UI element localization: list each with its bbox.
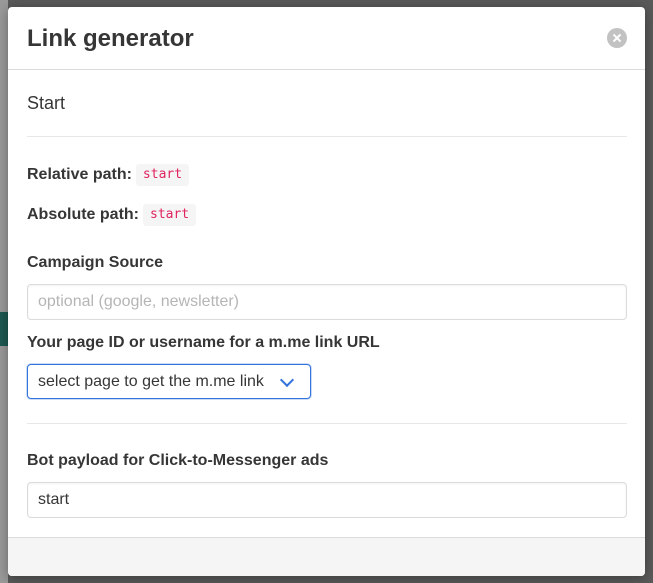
relative-path-value: start	[135, 164, 190, 186]
close-icon[interactable]	[607, 28, 627, 48]
divider	[27, 423, 627, 424]
background-accent	[0, 312, 8, 346]
absolute-path-row: Absolute path: start	[27, 203, 197, 227]
modal-header: Link generator	[8, 7, 645, 70]
page-id-select[interactable]: select page to get the m.me link	[27, 364, 311, 399]
absolute-path-value: start	[143, 204, 197, 226]
relative-path-label: Relative path:	[27, 166, 132, 183]
campaign-source-input[interactable]	[27, 284, 627, 320]
modal-title: Link generator	[27, 25, 194, 52]
campaign-source-label: Campaign Source	[27, 254, 164, 271]
background-page	[0, 0, 8, 583]
page-id-select-value: select page to get the m.me link	[38, 373, 264, 390]
divider	[27, 136, 627, 137]
chevron-down-icon	[279, 372, 295, 388]
absolute-path-label: Absolute path:	[27, 206, 139, 223]
section-heading-start: Start	[27, 93, 66, 113]
modal-footer	[8, 537, 645, 576]
bot-payload-label: Bot payload for Click-to-Messenger ads	[27, 452, 329, 469]
link-generator-modal: Link generator Start Relative path: star…	[8, 7, 645, 576]
relative-path-row: Relative path: start	[27, 163, 190, 187]
page-id-label: Your page ID or username for a m.me link…	[27, 334, 380, 351]
bot-payload-input[interactable]	[27, 482, 627, 518]
